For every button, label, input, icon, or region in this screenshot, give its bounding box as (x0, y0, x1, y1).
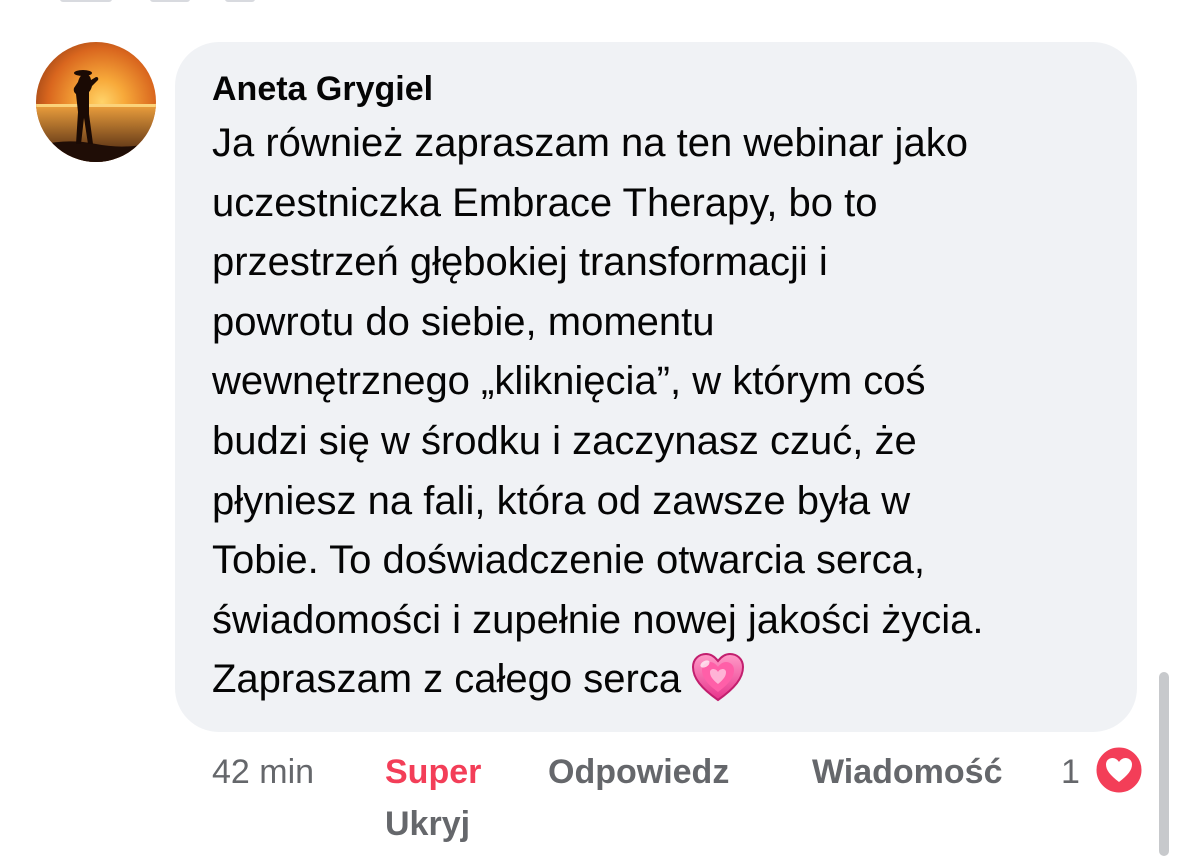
avatar[interactable] (36, 42, 156, 162)
heart-icon[interactable] (1093, 744, 1145, 796)
previous-content-edge (0, 0, 300, 6)
comment-text-last-line: Zapraszam z całego serca (212, 650, 1117, 720)
comment-timestamp[interactable]: 42 min (212, 748, 314, 796)
reaction-button[interactable]: Super (385, 748, 481, 796)
comment-text-line: uczestniczka Embrace Therapy, bo to (212, 180, 878, 225)
comment-text-line: płyniesz na fali, która od zawsze była w (212, 478, 911, 523)
comment-text-line: Tobie. To doświadczenie otwarcia serca, (212, 538, 925, 583)
comment-text-line: Ja również zapraszam na ten webinar jako (212, 121, 968, 165)
comment-text-line: budzi się w środku i zaczynasz czuć, że (212, 418, 917, 463)
reply-button[interactable]: Odpowiedz (548, 748, 729, 796)
comment-author[interactable]: Aneta Grygiel (212, 70, 433, 109)
hide-button[interactable]: Ukryj (385, 800, 470, 848)
comment-text-line: wewnętrznego „kliknięcia”, w którym coś (212, 359, 926, 404)
message-button[interactable]: Wiadomość (812, 748, 1003, 796)
avatar-sunset-image (36, 42, 156, 162)
comment-text-line: świadomości i zupełnie nowej jakości życ… (212, 597, 984, 642)
comment-text-line: powrotu do siebie, momentu (212, 299, 715, 344)
comment-text-line: Zapraszam z całego serca (212, 657, 682, 702)
scrollbar[interactable] (1159, 672, 1169, 856)
comment-thread: Aneta Grygiel Ja również zapraszam na te… (0, 0, 1179, 856)
reaction-count[interactable]: 1 (1061, 748, 1080, 796)
comment-text-line: przestrzeń głębokiej transformacji i (212, 240, 828, 285)
sparkling-heart-icon (691, 652, 745, 720)
comment-text: Ja również zapraszam na ten webinar jako… (212, 114, 1117, 720)
